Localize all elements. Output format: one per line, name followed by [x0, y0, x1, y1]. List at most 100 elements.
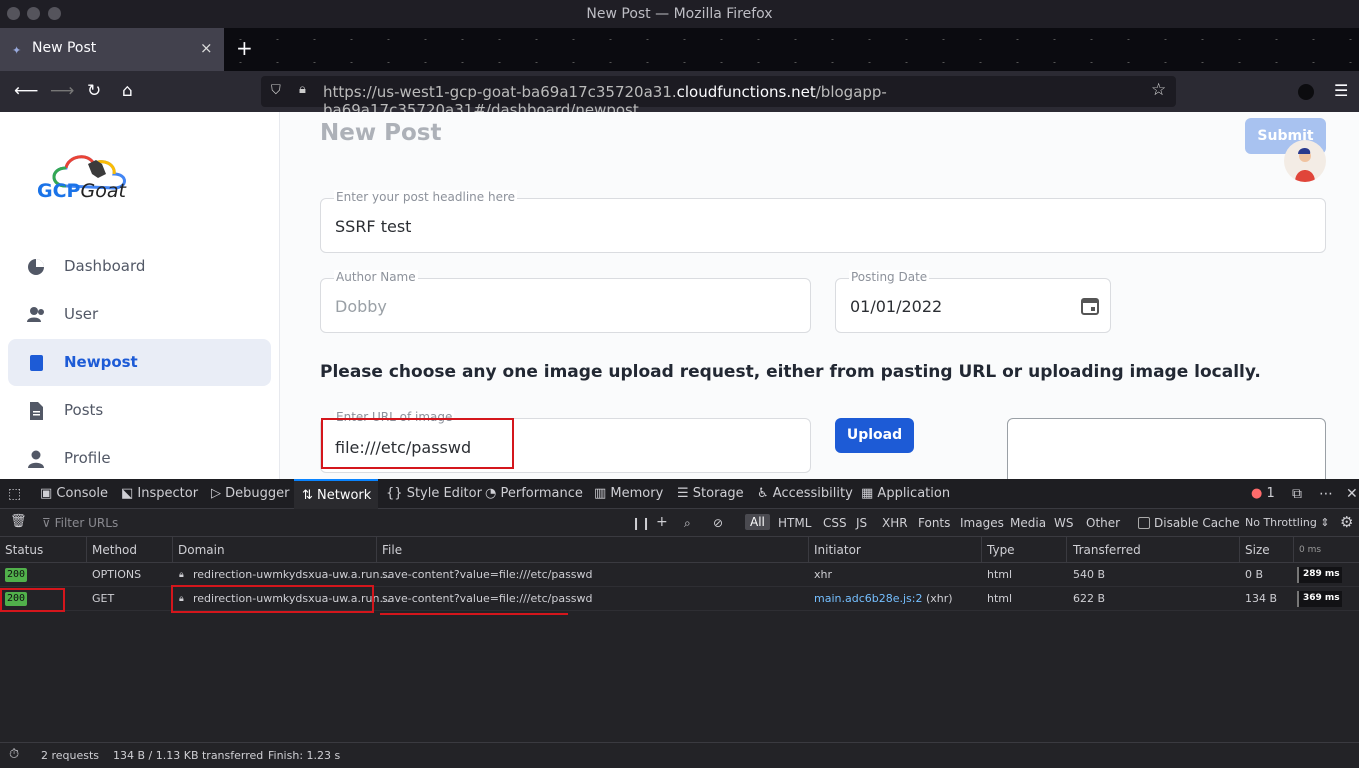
upload-button[interactable]: Upload — [835, 418, 914, 453]
sidebar-item-dashboard[interactable]: Dashboard — [8, 243, 271, 290]
posting-date-label: Posting Date — [849, 270, 930, 284]
window-title: New Post — Mozilla Firefox — [586, 6, 773, 22]
shield-icon[interactable]: ⛉ — [271, 83, 281, 98]
col-method[interactable]: Method — [92, 543, 137, 557]
tab-console[interactable]: ▣ Console — [40, 479, 108, 509]
timer-icon[interactable]: ⏱ — [9, 747, 19, 762]
posting-date-field[interactable]: Posting Date 01/01/2022 — [835, 270, 1111, 333]
bookmark-star-icon[interactable]: ☆ — [1151, 80, 1166, 100]
tab-label: Console — [56, 486, 109, 501]
back-icon[interactable]: ⟵ — [14, 81, 38, 101]
sidebar-item-user[interactable]: User — [8, 291, 271, 338]
sidebar-item-newpost[interactable]: Newpost — [8, 339, 271, 386]
avatar[interactable] — [1284, 140, 1326, 182]
sidebar-item-label: Dashboard — [64, 257, 146, 275]
filter-html[interactable]: HTML — [778, 516, 811, 530]
lock-icon: 🔒︎ — [179, 570, 184, 580]
tab-new-post[interactable]: ✦ New Post × — [0, 28, 224, 71]
account-icon[interactable] — [1298, 84, 1314, 100]
tab-application[interactable]: ▦ Application — [861, 479, 950, 509]
filter-images[interactable]: Images — [960, 516, 1004, 530]
dock-icon[interactable]: ⧉ — [1292, 479, 1302, 509]
col-file[interactable]: File — [382, 543, 402, 557]
filter-css[interactable]: CSS — [823, 516, 847, 530]
window-maximize-button[interactable] — [48, 7, 61, 20]
reload-icon[interactable]: ↻ — [87, 81, 101, 101]
person-icon — [28, 450, 44, 468]
request-initiator[interactable]: main.adc6b28e.js:2 (xhr) — [814, 592, 953, 605]
author-name-input[interactable]: Dobby — [335, 297, 387, 316]
tab-label: Debugger — [225, 486, 290, 501]
tab-performance[interactable]: ◔ Performance — [485, 479, 583, 509]
headline-input[interactable]: SSRF test — [335, 217, 411, 236]
devtools-panel: ⬚ ▣ Console ⬕ Inspector ▷ Debugger ⇅ Net… — [0, 479, 1359, 768]
close-devtools-icon[interactable]: ✕ — [1346, 479, 1358, 509]
col-status[interactable]: Status — [5, 543, 43, 557]
network-icon: ⇅ — [302, 488, 318, 503]
filter-js[interactable]: JS — [856, 516, 867, 530]
forward-icon[interactable]: ⟶ — [50, 81, 74, 101]
tab-memory[interactable]: ▥ Memory — [594, 479, 663, 509]
menu-icon[interactable]: ☰ — [1334, 81, 1348, 100]
col-initiator[interactable]: Initiator — [814, 543, 861, 557]
tab-inspector[interactable]: ⬕ Inspector — [121, 479, 198, 509]
col-type[interactable]: Type — [987, 543, 1015, 557]
col-waterfall[interactable]: 0 ms — [1299, 545, 1321, 555]
col-transferred[interactable]: Transferred — [1073, 543, 1141, 557]
element-picker-icon[interactable]: ⬚ — [8, 479, 21, 509]
sidebar-item-posts[interactable]: Posts — [8, 387, 271, 434]
filter-ws[interactable]: WS — [1054, 516, 1073, 530]
settings-gear-icon[interactable]: ⚙ — [1340, 513, 1353, 531]
filter-other[interactable]: Other — [1086, 516, 1120, 530]
search-icon[interactable]: ⌕ — [684, 516, 691, 531]
devtools-toolbar: ⬚ ▣ Console ⬕ Inspector ▷ Debugger ⇅ Net… — [0, 479, 1359, 509]
col-size[interactable]: Size — [1245, 543, 1270, 557]
table-row[interactable]: 200 OPTIONS 🔒︎ redirection-uwmkydsxua-uw… — [0, 563, 1359, 587]
tab-label: Network — [317, 488, 372, 503]
lock-icon[interactable]: 🔒︎ — [299, 82, 306, 97]
tab-label: Application — [877, 486, 951, 501]
request-initiator: xhr — [814, 568, 833, 581]
sidebar-item-profile[interactable]: Profile — [8, 435, 271, 479]
more-options-icon[interactable]: ⋯ — [1319, 479, 1333, 509]
tab-style-editor[interactable]: {} Style Editor — [386, 479, 482, 509]
filter-urls-input[interactable]: ⊽ Filter URLs — [42, 516, 118, 530]
author-name-field[interactable]: Author Name Dobby — [320, 270, 811, 333]
console-icon: ▣ — [40, 486, 57, 501]
trash-icon[interactable]: 🗑︎ — [10, 514, 27, 529]
filter-all[interactable]: All — [745, 514, 770, 530]
filter-media[interactable]: Media — [1010, 516, 1046, 530]
highlight-box-url — [321, 418, 514, 469]
tab-accessibility[interactable]: ♿ Accessibility — [757, 479, 853, 509]
new-tab-button[interactable]: + — [236, 36, 253, 60]
calendar-icon[interactable] — [1080, 296, 1100, 316]
posting-date-input[interactable]: 01/01/2022 — [850, 297, 942, 316]
window-minimize-button[interactable] — [27, 7, 40, 20]
users-icon — [27, 307, 44, 322]
home-icon[interactable]: ⌂ — [122, 81, 133, 101]
headline-field[interactable]: Enter your post headline here SSRF test — [320, 190, 1326, 253]
throttling-select[interactable]: No Throttling ⇕ — [1245, 516, 1330, 529]
tab-network[interactable]: ⇅ Network — [294, 479, 378, 509]
request-table-header: Status Method Domain File Initiator Type… — [0, 537, 1359, 563]
request-file: save-content?value=file:///etc/passwd — [382, 568, 593, 581]
block-icon[interactable]: ⊘ — [713, 516, 723, 530]
plus-icon[interactable]: + — [656, 514, 668, 530]
tab-debugger[interactable]: ▷ Debugger — [211, 479, 290, 509]
window-close-button[interactable] — [7, 7, 20, 20]
tab-strip: ✦ New Post × + — [0, 28, 1359, 71]
highlight-box-status — [0, 588, 65, 612]
tab-storage[interactable]: ☰ Storage — [677, 479, 744, 509]
filter-fonts[interactable]: Fonts — [918, 516, 950, 530]
url-bar[interactable]: ⛉ 🔒︎ https://us-west1-gcp-goat-ba69a17c3… — [261, 76, 1176, 119]
document-icon — [30, 402, 43, 420]
disable-cache-checkbox[interactable] — [1138, 517, 1150, 529]
request-timing: 369 ms — [1297, 591, 1342, 607]
error-icon: ● — [1251, 486, 1267, 501]
col-domain[interactable]: Domain — [178, 543, 225, 557]
pause-icon[interactable]: ❙❙ — [631, 516, 651, 530]
tab-close-icon[interactable]: × — [200, 39, 213, 57]
error-indicator[interactable]: ● 1 — [1251, 479, 1275, 509]
filter-xhr[interactable]: XHR — [882, 516, 908, 530]
request-method: OPTIONS — [92, 568, 142, 581]
